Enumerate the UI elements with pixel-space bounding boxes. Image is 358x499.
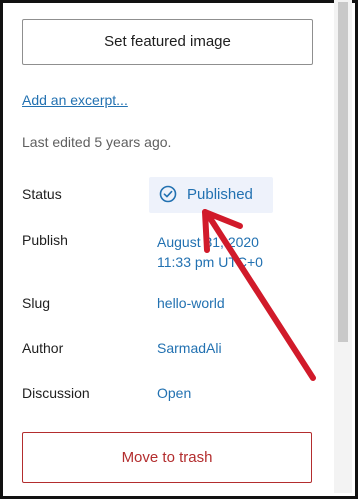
status-label: Status — [22, 186, 62, 202]
author-label: Author — [22, 340, 64, 356]
last-edited-text: Last edited 5 years ago. — [22, 134, 172, 150]
publish-date-line: August 31, 2020 — [157, 234, 259, 250]
slug-value[interactable]: hello-world — [157, 295, 225, 311]
slug-label: Slug — [22, 295, 51, 311]
publish-label: Publish — [22, 232, 68, 248]
check-circle-icon — [159, 185, 177, 203]
author-value[interactable]: SarmadAli — [157, 340, 222, 356]
set-featured-image-button[interactable]: Set featured image — [22, 19, 313, 65]
status-value: Published — [187, 186, 253, 203]
scrollbar-thumb[interactable] — [338, 2, 348, 342]
move-to-trash-button[interactable]: Move to trash — [22, 432, 312, 483]
add-excerpt-link[interactable]: Add an excerpt... — [22, 92, 128, 108]
publish-time-line: 11:33 pm UTC+0 — [157, 254, 263, 270]
discussion-label: Discussion — [22, 385, 90, 401]
publish-date-button[interactable]: August 31, 2020 11:33 pm UTC+0 — [157, 232, 263, 272]
discussion-value[interactable]: Open — [157, 385, 191, 401]
